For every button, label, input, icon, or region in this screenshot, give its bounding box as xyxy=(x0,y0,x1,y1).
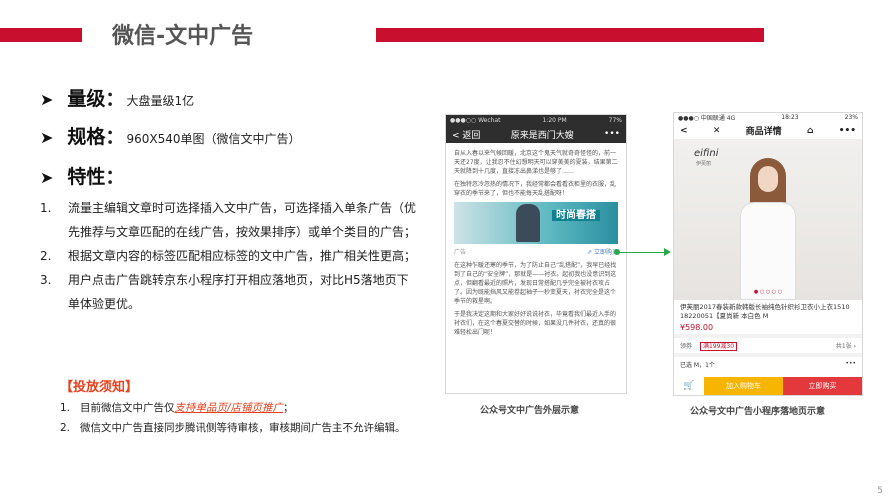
carousel-dots[interactable]: ● ○ ○ ○ ○ xyxy=(674,289,862,295)
coupon-more: 共1张 › xyxy=(835,343,856,350)
article-body: 自从入春以来气候回暖，北京这个鬼天气就奇奇怪怪的，前一天还27度，让我忍不住幻想… xyxy=(446,143,626,343)
arrow-head-icon xyxy=(664,248,671,256)
product-name: 伊芙丽2017春装新款韩版长袖纯色针织衫卫衣小上衣1510 18220051【夏… xyxy=(680,303,850,320)
product-caption: 公众号文中广告小程序落地页示意 xyxy=(690,407,826,417)
slide-number: 5 xyxy=(877,486,883,496)
home-icon[interactable]: ⌂ xyxy=(807,126,813,136)
spec-row[interactable]: 已选 M，1个 ••• xyxy=(674,353,862,372)
article-caption: 公众号文中广告外层示意 xyxy=(480,406,580,416)
article-phone-mockup: ●●●○○ Wechat 1:20 PM 77% < 返回 原来是西门大嫂 ••… xyxy=(445,114,627,394)
status-bar: ●●●○○ Wechat 1:20 PM 77% xyxy=(446,115,626,125)
spec-label: 已选 M，1个 xyxy=(680,362,715,369)
buy-now-button[interactable]: 立即购买 xyxy=(783,377,862,395)
bullet-value: 大盘量级1亿 xyxy=(126,94,195,108)
feature-list: 1. 流量主编辑文章时可选择插入文中广告，可选择插入单条广告（优先推荐与文章匹配… xyxy=(40,196,420,316)
bullet-label: 规格 xyxy=(67,126,106,148)
article-paragraph: 在独特忽冷忽热的情况下，我经常都会看看衣柜里的衣服，乱穿衣的季节来了，但也不能每… xyxy=(454,181,617,197)
coupon-label: 领券 xyxy=(680,343,693,350)
product-footer: 🛒 加入购物车 立即购买 xyxy=(674,377,862,395)
arrow-bullet-icon: ➤ xyxy=(40,128,54,147)
more-icon: ••• xyxy=(845,360,856,367)
article-paragraph: 于是我决定这期和大家好好说说衬衣，毕竟看我们最近入手的衬衣们，在这个春夏交替的时… xyxy=(454,311,617,336)
list-item: 3. 用户点击广告跳转京东小程序打开相应落地页，对比H5落地页下单体验更优。 xyxy=(40,273,409,311)
article-nav-bar: < 返回 原来是西门大嫂 ••• xyxy=(446,125,626,143)
bullet-spec: ➤ 规格 ： 960X540单图（微信文中广告） xyxy=(40,122,300,149)
ad-slogan: 时尚春搭 xyxy=(552,210,600,221)
article-paragraph: 自从入春以来气候回暖，北京这个鬼天气就奇奇怪怪的，前一天还27度，让我忍不住幻想… xyxy=(454,150,618,175)
ad-model-image xyxy=(516,204,540,242)
arrow-bullet-icon: ➤ xyxy=(40,168,54,187)
product-phone-mockup: ●●●○ 中国联通 4G 18:23 23% < ✕ 商品详情 ⌂ ••• ei… xyxy=(673,112,863,396)
in-article-ad-banner[interactable]: 时尚春搭 xyxy=(454,202,618,244)
page-title: 微信-文中广告 xyxy=(112,24,254,49)
list-item: 1. 流量主编辑文章时可选择插入文中广告，可选择插入单条广告（优先推荐与文章匹配… xyxy=(40,201,417,239)
bullet-value: 960X540单图（微信文中广告） xyxy=(126,132,301,146)
back-button[interactable]: < 返回 xyxy=(452,128,480,141)
product-page-title: 商品详情 xyxy=(745,127,782,137)
arrow-bullet-icon: ➤ xyxy=(40,90,54,109)
article-paragraph: 在这种乍暖还寒的季节，为了防止自己“乱搭配”，我早已经找到了自己的“安全牌”，那… xyxy=(454,262,617,305)
ad-info-bar: 广告 ⇗ 立即购买 xyxy=(454,248,618,257)
notice-link[interactable]: 支持单品页/店铺页推广 xyxy=(175,402,284,414)
notice-list: 1. 目前微信文中广告仅支持单品页/店铺页推广； 2. 微信文中广告直接同步腾讯… xyxy=(60,398,430,438)
status-bar: ●●●○ 中国联通 4G 18:23 23% xyxy=(678,114,858,122)
bullet-label: 特性 xyxy=(67,166,106,188)
ad-label: 广告 xyxy=(454,249,467,256)
brand-logo: eifini xyxy=(694,148,719,159)
article-title: 原来是西门大嫂 xyxy=(510,130,574,141)
add-to-cart-button[interactable]: 加入购物车 xyxy=(704,377,783,395)
notice-title: 【投放须知】 xyxy=(60,380,139,395)
header-bar-right xyxy=(376,28,764,42)
coupon-tag: 满199减30 xyxy=(699,342,738,351)
back-button[interactable]: < xyxy=(680,126,688,136)
brand-subtitle: 伊芙丽 xyxy=(696,161,712,167)
list-item: 2. 根据文章内容的标签匹配相应标签的文中广告，推广相关性更高； xyxy=(40,249,417,263)
cart-icon[interactable]: 🛒 xyxy=(674,377,704,395)
list-item: 2. 微信文中广告直接同步腾讯侧等待审核，审核期间广告主不允许编辑。 xyxy=(60,422,406,434)
bullet-feature: ➤ 特性 ： xyxy=(40,162,124,189)
more-icon[interactable]: ••• xyxy=(604,129,620,139)
product-photo[interactable]: eifini 伊芙丽 ● ○ ○ ○ ○ xyxy=(674,140,862,300)
product-nav-bar: < ✕ 商品详情 ⌂ ••• xyxy=(674,122,862,140)
model-figure xyxy=(736,158,800,300)
close-icon[interactable]: ✕ xyxy=(713,126,721,136)
bullet-scale: ➤ 量级 ： 大盘量级1亿 xyxy=(40,84,194,111)
product-price: ¥598.00 xyxy=(680,323,714,332)
list-item: 1. 目前微信文中广告仅支持单品页/店铺页推广； xyxy=(60,402,294,414)
more-icon[interactable]: ••• xyxy=(839,126,856,136)
arrow-connector xyxy=(618,252,668,253)
header-bar-left xyxy=(0,28,82,42)
coupon-row[interactable]: 领券 满199减30 共1张 › xyxy=(674,334,862,353)
bullet-label: 量级 xyxy=(67,88,106,110)
